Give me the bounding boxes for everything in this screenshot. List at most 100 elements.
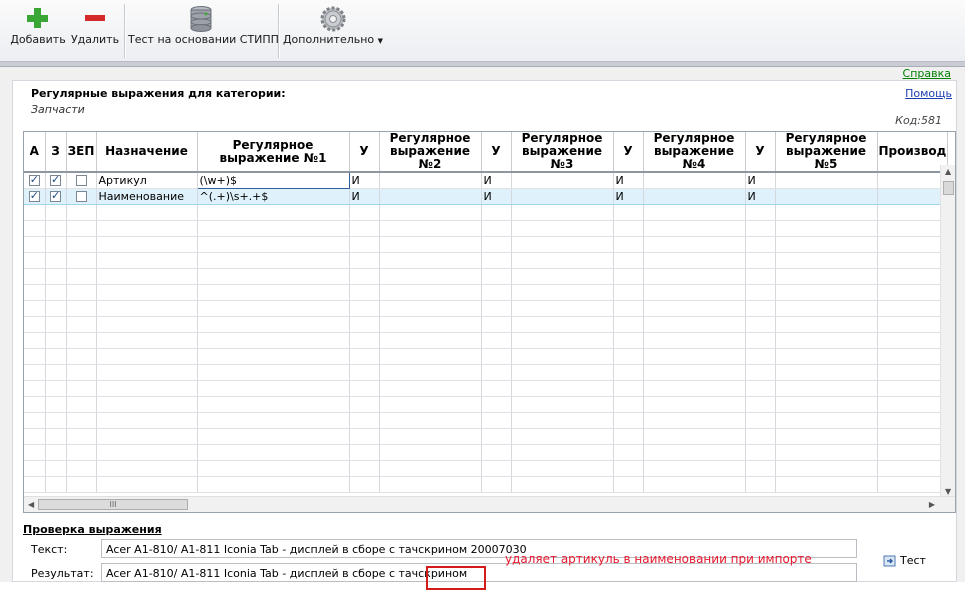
empty-cell[interactable]: [775, 252, 878, 269]
empty-cell[interactable]: [613, 316, 644, 333]
table-row[interactable]: [24, 220, 949, 237]
empty-cell[interactable]: [511, 268, 614, 285]
empty-cell[interactable]: [349, 284, 380, 301]
table-cell[interactable]: [775, 187, 878, 205]
empty-cell[interactable]: [197, 428, 350, 445]
empty-cell[interactable]: [511, 236, 614, 253]
scroll-left-icon[interactable]: ◀: [28, 500, 34, 509]
empty-cell[interactable]: [66, 364, 97, 381]
empty-cell[interactable]: [379, 396, 482, 413]
empty-cell[interactable]: [775, 268, 878, 285]
empty-cell[interactable]: [379, 476, 482, 493]
empty-cell[interactable]: [613, 252, 644, 269]
empty-cell[interactable]: [379, 300, 482, 317]
empty-cell[interactable]: [349, 220, 380, 237]
aid-link[interactable]: Помощь: [905, 87, 952, 100]
empty-cell[interactable]: [877, 236, 949, 253]
empty-cell[interactable]: [24, 236, 46, 253]
table-cell[interactable]: (\w+)$: [196, 171, 350, 189]
empty-cell[interactable]: [613, 220, 644, 237]
empty-cell[interactable]: [775, 476, 878, 493]
empty-cell[interactable]: [745, 204, 776, 221]
empty-cell[interactable]: [24, 460, 46, 477]
empty-cell[interactable]: [349, 268, 380, 285]
empty-cell[interactable]: [66, 204, 97, 221]
empty-cell[interactable]: [481, 316, 512, 333]
empty-cell[interactable]: [349, 428, 380, 445]
empty-cell[interactable]: [511, 300, 614, 317]
empty-cell[interactable]: [745, 268, 776, 285]
empty-cell[interactable]: [66, 332, 97, 349]
empty-cell[interactable]: [877, 220, 949, 237]
test-button[interactable]: Тест: [883, 554, 926, 572]
empty-cell[interactable]: [643, 364, 746, 381]
empty-cell[interactable]: [197, 476, 350, 493]
empty-cell[interactable]: [643, 476, 746, 493]
empty-cell[interactable]: [379, 204, 482, 221]
table-row[interactable]: [24, 428, 949, 445]
empty-cell[interactable]: [481, 380, 512, 397]
empty-cell[interactable]: [481, 348, 512, 365]
empty-cell[interactable]: [349, 348, 380, 365]
horizontal-scroll-thumb[interactable]: III: [38, 499, 188, 510]
empty-cell[interactable]: [96, 460, 198, 477]
test-stipp-button[interactable]: Тест на основании СТИПП: [128, 0, 279, 62]
empty-cell[interactable]: [66, 220, 97, 237]
empty-cell[interactable]: [24, 412, 46, 429]
table-cell[interactable]: И: [481, 187, 512, 205]
table-cell[interactable]: И: [481, 172, 512, 189]
empty-cell[interactable]: [45, 220, 67, 237]
empty-cell[interactable]: [481, 204, 512, 221]
empty-cell[interactable]: [66, 412, 97, 429]
empty-cell[interactable]: [511, 348, 614, 365]
empty-cell[interactable]: [379, 220, 482, 237]
empty-cell[interactable]: [45, 284, 67, 301]
empty-cell[interactable]: [775, 284, 878, 301]
empty-cell[interactable]: [511, 332, 614, 349]
column-header[interactable]: У: [745, 132, 776, 173]
table-cell[interactable]: [643, 187, 746, 205]
empty-cell[interactable]: [481, 220, 512, 237]
vertical-scrollbar[interactable]: ▲ ▼: [940, 165, 955, 498]
empty-cell[interactable]: [613, 428, 644, 445]
empty-cell[interactable]: [96, 236, 198, 253]
empty-cell[interactable]: [197, 332, 350, 349]
add-button[interactable]: Добавить: [6, 0, 70, 62]
empty-cell[interactable]: [613, 284, 644, 301]
table-row[interactable]: [24, 380, 949, 397]
empty-cell[interactable]: [745, 252, 776, 269]
empty-cell[interactable]: [643, 348, 746, 365]
empty-cell[interactable]: [481, 236, 512, 253]
checkbox[interactable]: [75, 175, 87, 187]
empty-cell[interactable]: [481, 300, 512, 317]
empty-cell[interactable]: [745, 300, 776, 317]
empty-cell[interactable]: [349, 460, 380, 477]
empty-cell[interactable]: [877, 444, 949, 461]
table-cell[interactable]: [775, 172, 878, 189]
empty-cell[interactable]: [613, 332, 644, 349]
empty-cell[interactable]: [877, 268, 949, 285]
empty-cell[interactable]: [643, 444, 746, 461]
empty-cell[interactable]: [66, 348, 97, 365]
empty-cell[interactable]: [775, 444, 878, 461]
table-row[interactable]: [24, 204, 949, 221]
empty-cell[interactable]: [379, 412, 482, 429]
empty-cell[interactable]: [349, 252, 380, 269]
empty-cell[interactable]: [745, 380, 776, 397]
checkbox-cell[interactable]: [24, 187, 46, 205]
checkbox[interactable]: [75, 191, 87, 202]
empty-cell[interactable]: [775, 220, 878, 237]
empty-cell[interactable]: [197, 380, 350, 397]
empty-cell[interactable]: [379, 380, 482, 397]
empty-cell[interactable]: [66, 380, 97, 397]
empty-cell[interactable]: [96, 204, 198, 221]
empty-cell[interactable]: [45, 204, 67, 221]
table-row[interactable]: [24, 412, 949, 429]
table-row[interactable]: [24, 396, 949, 413]
empty-cell[interactable]: [877, 396, 949, 413]
empty-cell[interactable]: [775, 316, 878, 333]
empty-cell[interactable]: [24, 204, 46, 221]
empty-cell[interactable]: [349, 300, 380, 317]
table-cell[interactable]: [379, 187, 482, 205]
checkbox[interactable]: [28, 173, 40, 187]
